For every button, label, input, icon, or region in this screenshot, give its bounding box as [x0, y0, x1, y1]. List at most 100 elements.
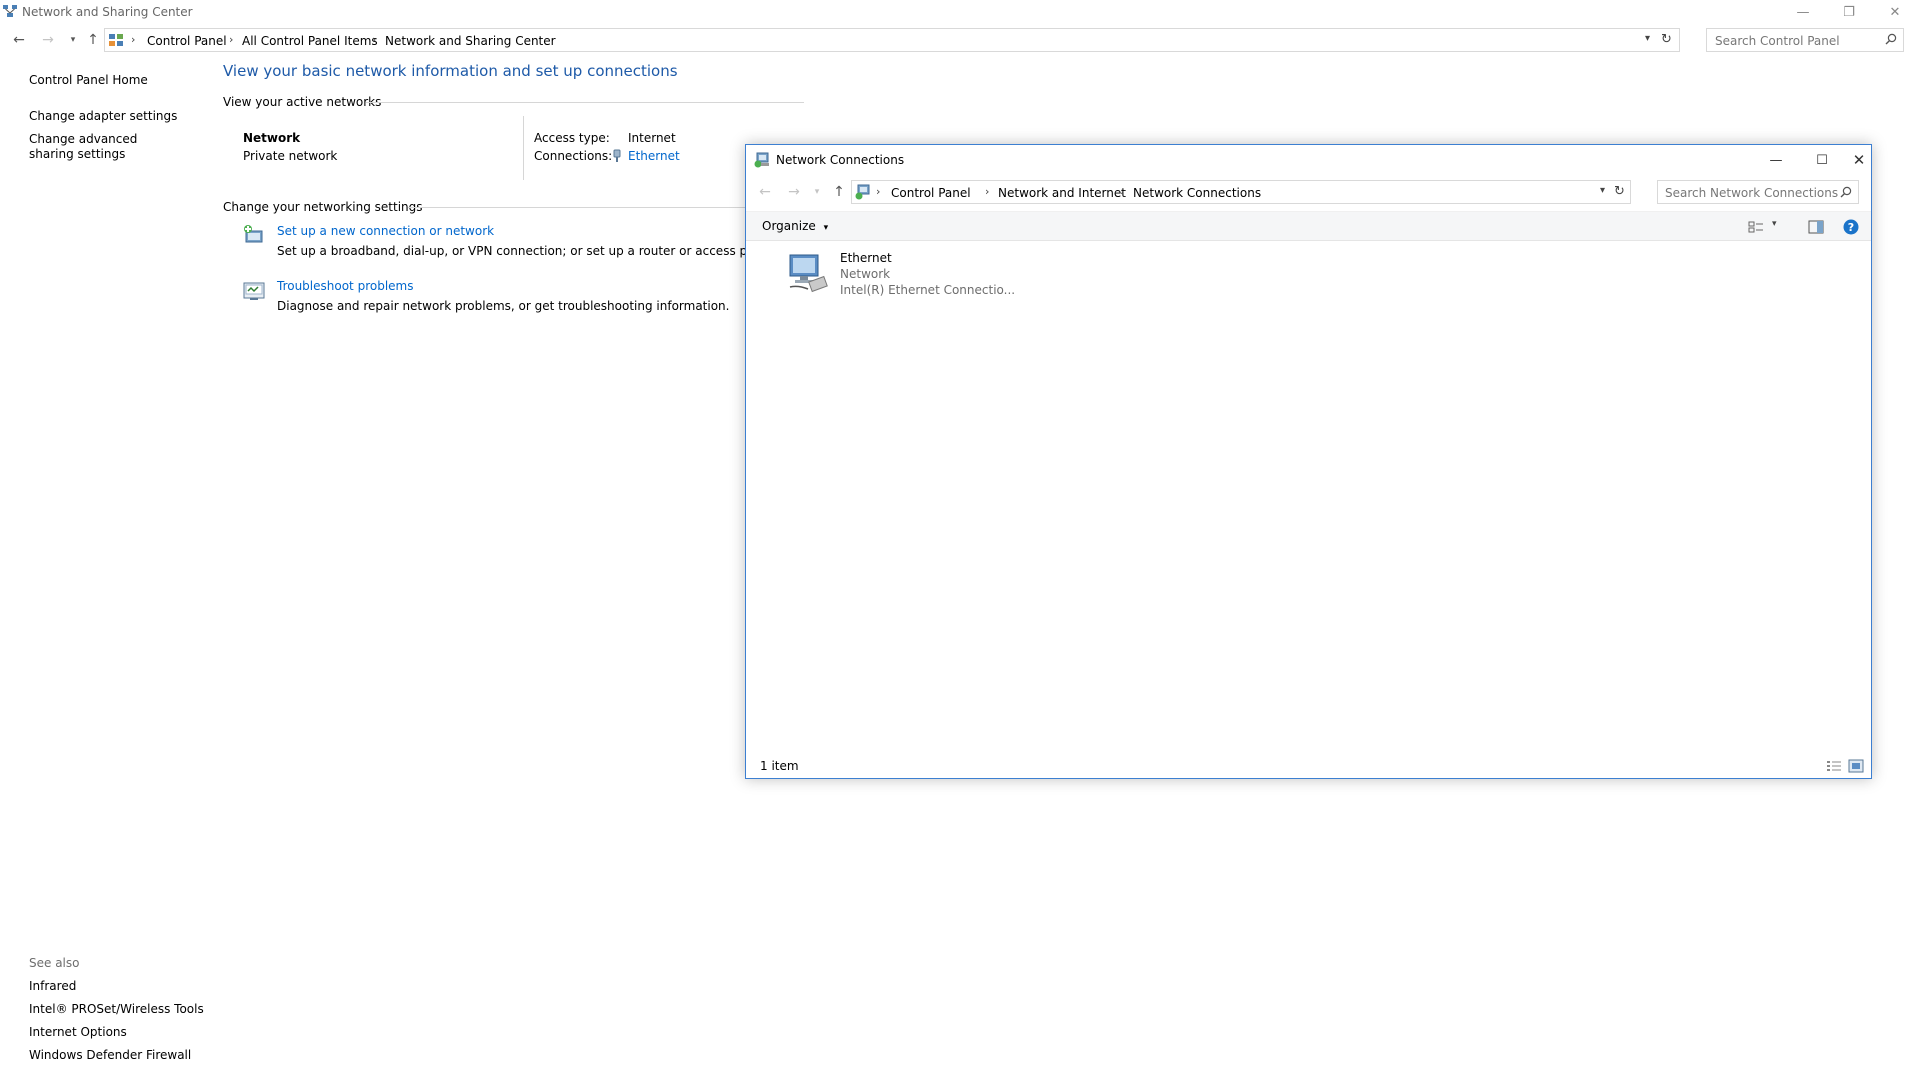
- breadcrumb-control-panel[interactable]: Control Panel: [147, 34, 227, 48]
- network-type[interactable]: Private network: [243, 149, 337, 163]
- restore-button[interactable]: ❐: [1826, 0, 1872, 24]
- refresh-icon[interactable]: ↻: [1614, 184, 1625, 199]
- troubleshoot-link[interactable]: Troubleshoot problems: [277, 279, 413, 293]
- see-also-infrared[interactable]: Infrared: [29, 979, 76, 993]
- active-networks-label: View your active networks: [223, 95, 382, 109]
- ethernet-adapter-item[interactable]: Ethernet Network Intel(R) Ethernet Conne…: [786, 251, 1026, 305]
- access-type-label: Access type:: [534, 131, 610, 145]
- chevron-down-icon: ▾: [70, 35, 76, 45]
- search-placeholder: Search Control Panel: [1715, 34, 1840, 48]
- nc-title-bar[interactable]: Network Connections — ☐ ✕: [746, 145, 1871, 175]
- nc-up-button[interactable]: ↑: [828, 181, 850, 203]
- nc-search-box[interactable]: Search Network Connections: [1657, 180, 1859, 204]
- breadcrumb-separator: ›: [229, 33, 234, 46]
- divider: [408, 207, 748, 208]
- recent-locations-button[interactable]: ▾: [62, 29, 84, 51]
- nc-close-button[interactable]: ✕: [1845, 145, 1873, 175]
- network-connections-icon: [754, 152, 770, 168]
- large-icons-view-icon[interactable]: [1848, 759, 1864, 773]
- see-also-firewall[interactable]: Windows Defender Firewall: [29, 1048, 191, 1062]
- main-title-bar: Network and Sharing Center — ❐ ✕: [0, 0, 1920, 24]
- address-bar[interactable]: › Control Panel › All Control Panel Item…: [104, 28, 1680, 52]
- details-view-icon[interactable]: [1826, 759, 1842, 773]
- minimize-button[interactable]: —: [1780, 0, 1826, 24]
- network-name: Network: [243, 131, 301, 145]
- minimize-icon: —: [1769, 152, 1783, 168]
- ethernet-adapter-icon: [786, 251, 830, 295]
- ethernet-item-name: Ethernet: [840, 251, 892, 265]
- nc-address-toolbar: ← → ▾ ↑ › Control Panel › Network and In…: [746, 179, 1871, 205]
- organize-label: Organize: [762, 219, 816, 233]
- nc-back-button[interactable]: ←: [754, 181, 776, 203]
- search-box[interactable]: Search Control Panel: [1706, 28, 1904, 52]
- divider: [523, 116, 524, 180]
- forward-arrow-icon: →: [788, 184, 800, 200]
- refresh-icon[interactable]: ↻: [1661, 32, 1672, 47]
- address-toolbar: ← → ▾ ↑ › Control Panel › All Control Pa…: [0, 27, 1920, 53]
- breadcrumb-separator: ›: [985, 185, 990, 198]
- nc-breadcrumb-network-internet[interactable]: Network and Internet: [998, 186, 1126, 200]
- divider: [366, 102, 804, 103]
- nc-command-bar: Organize ▾ ▾ ?: [746, 211, 1871, 241]
- window-title: Network and Sharing Center: [22, 5, 193, 19]
- chevron-down-icon: ▾: [823, 223, 829, 233]
- address-dropdown-icon[interactable]: ▾: [1645, 33, 1650, 44]
- breadcrumb-separator: ›: [876, 185, 881, 198]
- change-adapter-settings-link[interactable]: Change adapter settings: [29, 109, 177, 123]
- close-icon: ✕: [1852, 151, 1866, 169]
- breadcrumb-separator: ›: [1120, 185, 1125, 198]
- breadcrumb-separator: ›: [131, 33, 136, 46]
- network-connections-window[interactable]: Network Connections — ☐ ✕ ← → ▾ ↑ › Cont…: [745, 144, 1872, 779]
- nc-breadcrumb-control-panel[interactable]: Control Panel: [891, 186, 971, 200]
- change-advanced-sharing-link[interactable]: Change advanced sharing settings: [29, 132, 179, 162]
- organize-button[interactable]: Organize ▾: [762, 219, 828, 233]
- svg-text:?: ?: [1848, 221, 1854, 234]
- nc-status-bar: 1 item: [746, 754, 1871, 779]
- see-also-intel-proset[interactable]: Intel® PROSet/Wireless Tools: [29, 1002, 204, 1016]
- control-panel-icon: [109, 33, 123, 47]
- cp-home-link[interactable]: Control Panel Home: [29, 73, 148, 87]
- breadcrumb-all-items[interactable]: All Control Panel Items: [242, 34, 378, 48]
- search-icon[interactable]: [1885, 33, 1897, 45]
- ethernet-item-network: Network: [840, 267, 891, 281]
- address-dropdown-icon[interactable]: ▾: [1600, 185, 1605, 196]
- preview-pane-icon[interactable]: [1808, 220, 1824, 234]
- nc-minimize-button[interactable]: —: [1753, 145, 1799, 175]
- breadcrumb-separator: ›: [372, 33, 377, 46]
- nc-maximize-button[interactable]: ☐: [1799, 145, 1845, 175]
- new-connection-icon: [242, 223, 266, 247]
- access-type-value: Internet: [628, 131, 676, 145]
- close-icon: ✕: [1889, 4, 1901, 20]
- change-settings-label: Change your networking settings: [223, 200, 423, 214]
- see-also-heading: See also: [29, 956, 80, 970]
- restore-icon: ❐: [1843, 4, 1855, 20]
- back-arrow-icon: ←: [759, 184, 771, 200]
- close-button[interactable]: ✕: [1872, 0, 1918, 24]
- help-icon[interactable]: ?: [1843, 219, 1859, 235]
- up-arrow-icon: ↑: [833, 184, 845, 200]
- nc-search-placeholder: Search Network Connections: [1665, 186, 1839, 200]
- nc-window-title: Network Connections: [776, 153, 905, 167]
- item-count: 1 item: [760, 759, 799, 773]
- nc-recent-button[interactable]: ▾: [806, 181, 828, 203]
- forward-button[interactable]: →: [37, 29, 59, 51]
- setup-connection-link[interactable]: Set up a new connection or network: [277, 224, 494, 238]
- up-button[interactable]: ↑: [82, 29, 104, 51]
- nc-breadcrumb-current[interactable]: Network Connections: [1133, 186, 1261, 200]
- forward-arrow-icon: →: [42, 32, 54, 48]
- nc-forward-button[interactable]: →: [783, 181, 805, 203]
- maximize-icon: ☐: [1816, 152, 1828, 168]
- network-connections-icon: [855, 184, 871, 200]
- ethernet-connection-link[interactable]: Ethernet: [628, 149, 680, 163]
- search-icon[interactable]: [1840, 186, 1852, 198]
- view-options-chevron-icon[interactable]: ▾: [1772, 219, 1777, 229]
- troubleshoot-icon: [242, 279, 266, 303]
- see-also-internet-options[interactable]: Internet Options: [29, 1025, 127, 1039]
- setup-connection-desc: Set up a broadband, dial-up, or VPN conn…: [277, 244, 774, 258]
- chevron-down-icon: ▾: [814, 187, 820, 197]
- change-view-icon[interactable]: [1748, 220, 1764, 234]
- minimize-icon: —: [1796, 4, 1810, 20]
- nc-address-bar[interactable]: › Control Panel › Network and Internet ›…: [851, 180, 1631, 204]
- breadcrumb-current[interactable]: Network and Sharing Center: [385, 34, 556, 48]
- back-button[interactable]: ←: [8, 29, 30, 51]
